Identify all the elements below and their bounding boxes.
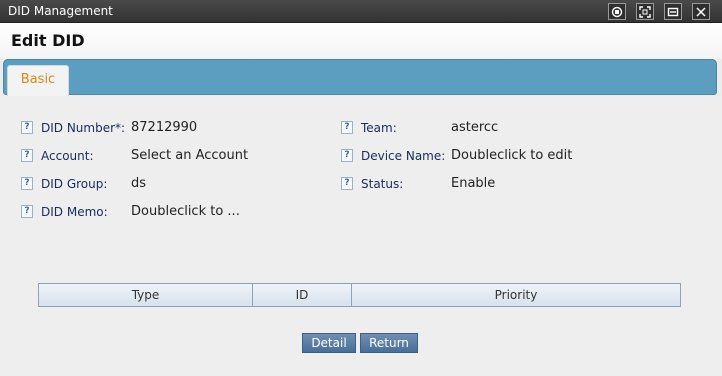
help-icon[interactable]: ? xyxy=(21,205,33,218)
page-header: Edit DID xyxy=(0,23,722,59)
did-memo-value[interactable]: Doubleclick to ... xyxy=(131,204,240,219)
help-icon[interactable]: ? xyxy=(341,149,353,162)
team-label: Team: xyxy=(361,121,397,135)
team-field: ? Team: astercc xyxy=(341,120,701,138)
did-memo-field: ? DID Memo: Doubleclick to ... xyxy=(21,204,321,222)
window-title: DID Management xyxy=(8,4,113,18)
form-content: ? DID Number*: 87212990 ? Account: Selec… xyxy=(0,96,722,376)
team-value[interactable]: astercc xyxy=(451,120,498,135)
device-name-value[interactable]: Doubleclick to edit xyxy=(451,148,572,163)
account-label: Account: xyxy=(41,149,94,163)
account-field: ? Account: Select an Account xyxy=(21,148,321,166)
help-icon[interactable]: ? xyxy=(21,121,33,134)
did-group-label: DID Group: xyxy=(41,177,108,191)
tab-bar: Basic xyxy=(3,59,717,96)
did-number-label: DID Number*: xyxy=(41,121,126,135)
did-group-field: ? DID Group: ds xyxy=(21,176,321,194)
restore-window-button[interactable] xyxy=(608,3,626,20)
column-header-type[interactable]: Type xyxy=(39,284,253,306)
account-value[interactable]: Select an Account xyxy=(131,148,248,163)
did-group-value[interactable]: ds xyxy=(131,176,146,191)
column-header-id[interactable]: ID xyxy=(253,284,352,306)
close-icon xyxy=(696,7,706,17)
did-memo-label: DID Memo: xyxy=(41,205,108,219)
column-header-priority[interactable]: Priority xyxy=(352,284,680,306)
did-number-field: ? DID Number*: 87212990 xyxy=(21,120,321,138)
return-button[interactable]: Return xyxy=(360,333,418,353)
maximize-icon xyxy=(639,6,651,18)
device-name-label: Device Name: xyxy=(361,149,446,163)
restore-icon xyxy=(611,6,623,18)
close-window-button[interactable] xyxy=(692,3,710,20)
tab-basic[interactable]: Basic xyxy=(7,65,69,96)
help-icon[interactable]: ? xyxy=(341,121,353,134)
status-value[interactable]: Enable xyxy=(451,176,495,191)
device-name-field: ? Device Name: Doubleclick to edit xyxy=(341,148,701,166)
maximize-window-button[interactable] xyxy=(636,3,654,20)
page-title: Edit DID xyxy=(11,31,85,50)
status-label: Status: xyxy=(361,177,404,191)
help-icon[interactable]: ? xyxy=(21,177,33,190)
help-icon[interactable]: ? xyxy=(21,149,33,162)
minimize-icon xyxy=(667,7,679,17)
did-number-value[interactable]: 87212990 xyxy=(131,120,197,135)
help-icon[interactable]: ? xyxy=(341,177,353,190)
did-table-header: Type ID Priority xyxy=(38,283,681,307)
status-field: ? Status: Enable xyxy=(341,176,701,194)
detail-button[interactable]: Detail xyxy=(302,333,356,353)
window-titlebar: DID Management xyxy=(0,0,722,23)
minimize-window-button[interactable] xyxy=(664,3,682,20)
